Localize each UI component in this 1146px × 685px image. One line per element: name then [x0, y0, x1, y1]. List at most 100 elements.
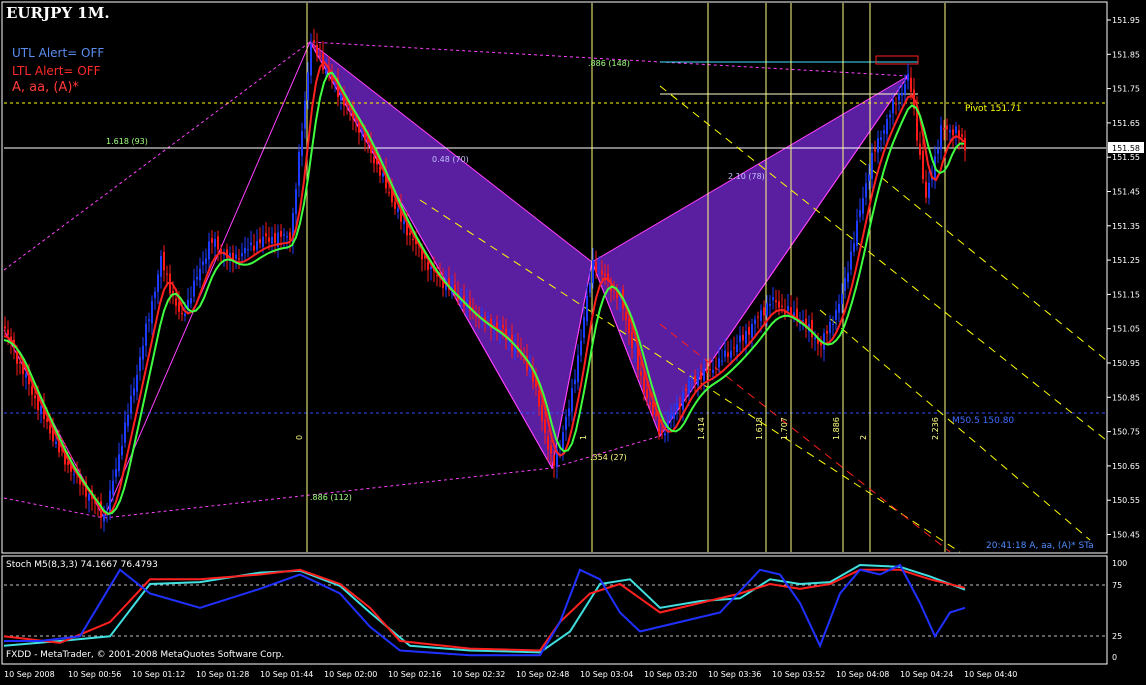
candle-body [766, 303, 768, 316]
candle-body [892, 99, 894, 114]
candle-body [847, 272, 849, 283]
candle-body [316, 44, 318, 56]
candle-body [253, 245, 255, 251]
candle-body [163, 251, 165, 271]
candle-body [841, 293, 843, 305]
candle-body [760, 310, 762, 321]
candle-body [394, 201, 396, 209]
candle-body [583, 317, 585, 338]
candle-body [868, 174, 870, 182]
candle-body [880, 137, 882, 141]
candle-body [685, 388, 687, 391]
candle-body [625, 312, 627, 321]
candle-body [682, 392, 684, 410]
candle-body [748, 327, 750, 335]
candle-body [286, 236, 288, 238]
candle-body [724, 350, 726, 357]
candle-body [865, 183, 867, 198]
time-tick-label: 10 Sep 03:52 [772, 670, 825, 679]
candle-body [16, 351, 18, 364]
candle-body [733, 347, 735, 349]
candle-body [115, 469, 117, 477]
candle-body [574, 379, 576, 385]
price-tick-label: 151.95 [1112, 16, 1140, 25]
candle-body [379, 166, 381, 176]
candle-body [706, 369, 708, 373]
time-tick-label: 10 Sep 04:24 [900, 670, 953, 679]
time-tick-label: 10 Sep 04:08 [836, 670, 889, 679]
candle-body [655, 413, 657, 417]
fib-bottom-left-label: .886 (112) [310, 493, 352, 502]
candle-body [688, 380, 690, 395]
chart-window[interactable]: .886 (148) 1.618 (93) 0.48 (70) 2.10 (78… [0, 0, 1146, 681]
candle-body [577, 355, 579, 383]
candle-body [598, 267, 600, 269]
candle-body [259, 239, 261, 243]
candle-body [964, 137, 966, 151]
candle-body [250, 242, 252, 246]
candle-body [502, 325, 504, 329]
candle-body [811, 320, 813, 338]
candle-body [319, 55, 321, 57]
candle-body [397, 208, 399, 212]
stoch-signal-line [3, 563, 966, 654]
time-tick-label: 10 Sep 03:20 [644, 670, 697, 679]
candle-body [7, 329, 9, 335]
candle-body [157, 274, 159, 293]
candle-body [133, 388, 135, 396]
price-tick-label: 151.55 [1112, 153, 1140, 162]
candle-body [145, 323, 147, 346]
candle-body [31, 386, 33, 395]
ma-level-label: M50.5 150.80 [952, 416, 1015, 426]
candle-body [544, 419, 546, 433]
price-tick-label: 151.75 [1112, 85, 1140, 94]
candle-body [694, 375, 696, 382]
time-tick-label: 10 Sep 00:56 [68, 670, 121, 679]
candle-body [193, 280, 195, 297]
stoch-main-line [4, 563, 966, 657]
svg-text:1.618: 1.618 [755, 417, 764, 440]
candle-body [850, 251, 852, 270]
candle-body [691, 378, 693, 380]
current-price-tag: 151.58 [1112, 144, 1140, 153]
candle-body [919, 143, 921, 155]
candle-body [166, 273, 168, 275]
candle-body [109, 490, 111, 512]
candle-body [571, 388, 573, 412]
candle-body [550, 445, 552, 454]
candle-body [910, 77, 912, 92]
candle-body [604, 273, 606, 276]
candle-body [214, 238, 216, 247]
candle-body [886, 118, 888, 135]
candle-body [844, 278, 846, 292]
candle-body [664, 433, 666, 436]
pivot-label: Pivot 151.71 [965, 104, 1022, 114]
price-tick-label: 150.65 [1112, 462, 1140, 471]
candle-body [709, 368, 711, 370]
candle-body [148, 319, 150, 321]
candle-body [835, 309, 837, 320]
candle-body [739, 335, 741, 343]
time-tick-label: 10 Sep 03:04 [580, 670, 633, 679]
candle-body [862, 198, 864, 214]
svg-text:75: 75 [1112, 581, 1122, 590]
candle-body [355, 119, 357, 121]
svg-text:0: 0 [1112, 653, 1117, 662]
fib-top-label: .886 (148) [588, 59, 630, 68]
candle-body [778, 301, 780, 308]
clock-label: 20:41:18 A, aa, (A)* STa [986, 541, 1094, 551]
candle-body [631, 331, 633, 348]
candle-body [751, 323, 753, 338]
candle-body [151, 300, 153, 324]
price-chart[interactable]: .886 (148) 1.618 (93) 0.48 (70) 2.10 (78… [0, 0, 1146, 681]
candle-body [487, 316, 489, 318]
candle-body [601, 270, 603, 275]
candle-body [742, 334, 744, 341]
stoch-indicator-label: Stoch M5(8,3,3) 74.1667 76.4793 [6, 560, 158, 570]
candle-body [628, 318, 630, 334]
price-tick-label: 151.65 [1112, 119, 1140, 128]
candle-body [871, 152, 873, 179]
candle-body [754, 319, 756, 325]
candle-body [634, 351, 636, 353]
time-tick-label: 10 Sep 02:48 [516, 670, 569, 679]
